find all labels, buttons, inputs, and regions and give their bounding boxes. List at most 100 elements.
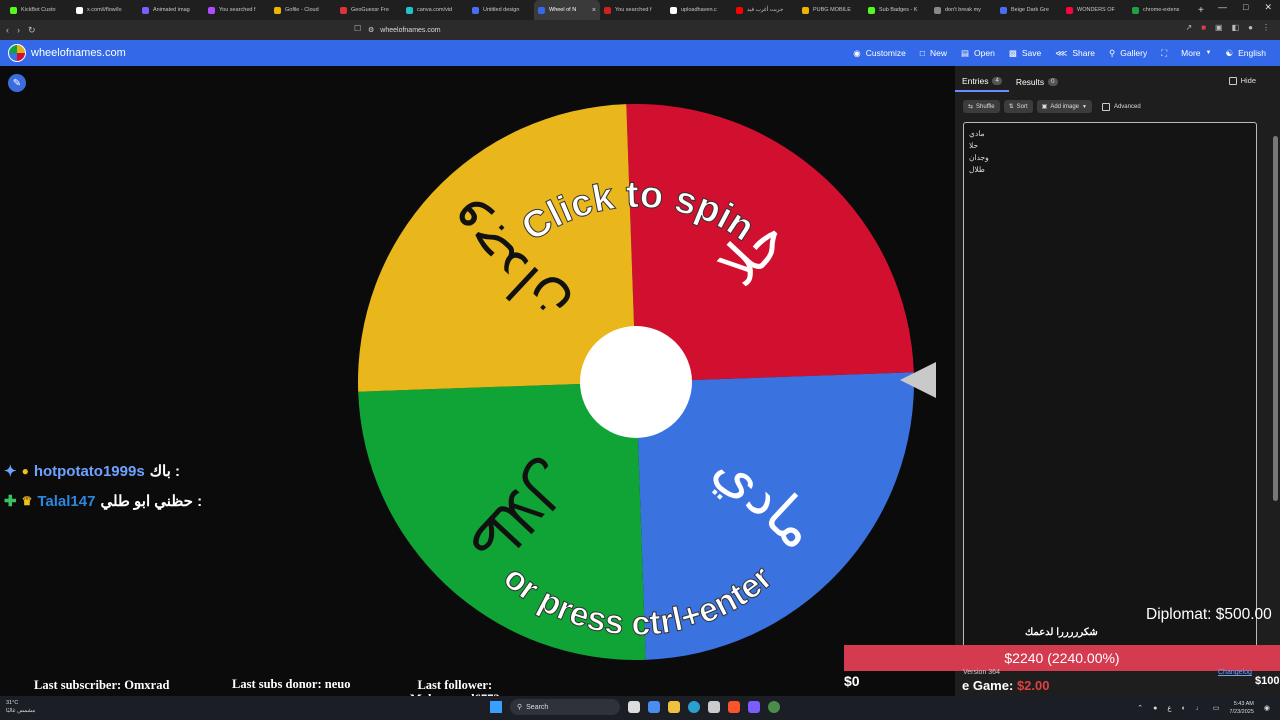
close-window-icon[interactable]: ✕	[1264, 2, 1272, 13]
url-text: wheelofnames.com	[380, 26, 441, 34]
game-price-value: $2.00	[1016, 678, 1050, 693]
browser-tab[interactable]: You searched f	[600, 0, 666, 20]
fullscreen-icon: ⛶	[1161, 47, 1168, 58]
browser-tab-label: Gofile - Cloud	[285, 7, 319, 13]
changelog-link[interactable]: Changelog	[1218, 669, 1252, 676]
store-icon[interactable]	[708, 701, 720, 713]
site-logo[interactable]	[8, 44, 26, 62]
browser-tab-label: جربت أغرب فيد	[747, 7, 784, 13]
chat-text: حظني ابو طلي :	[100, 493, 203, 510]
minimize-icon[interactable]: —	[1218, 2, 1227, 13]
wifi-icon[interactable]: ◐	[1182, 705, 1186, 712]
browser-tab[interactable]: x.com/i/flow/lo	[72, 0, 138, 20]
browser-tab[interactable]: Sub Badges - K	[864, 0, 930, 20]
browser-tab[interactable]: chrome-extens	[1128, 0, 1194, 20]
site-name[interactable]: wheelofnames.com	[31, 47, 126, 59]
puzzle-icon[interactable]: ▣	[1215, 23, 1223, 32]
pencil-icon[interactable]: ✎	[8, 74, 26, 92]
browser-tab[interactable]: don't break my	[930, 0, 996, 20]
panel-scrollbar[interactable]	[1273, 136, 1278, 501]
maximize-icon[interactable]: □	[1243, 2, 1248, 13]
browser-tab[interactable]: Wheel of N ×	[534, 0, 600, 20]
file-explorer-icon[interactable]	[668, 701, 680, 713]
browser-tab[interactable]: You searched f	[204, 0, 270, 20]
brave-icon[interactable]	[728, 701, 740, 713]
add-image-button[interactable]: ▣ Add image ▼	[1036, 100, 1092, 113]
browser-tab[interactable]: Untitled design	[468, 0, 534, 20]
profile-icon[interactable]: ●	[1248, 23, 1253, 32]
browser-tab[interactable]: WONDERS OF	[1062, 0, 1128, 20]
battery-icon[interactable]: ▭	[1213, 704, 1220, 712]
edge-icon[interactable]	[688, 701, 700, 713]
site-info-icon[interactable]: ⚙	[368, 26, 374, 34]
tab-favicon-icon	[340, 6, 347, 14]
advanced-checkbox[interactable]: Advanced	[1101, 100, 1141, 113]
sidebar-icon[interactable]: ◧	[1232, 23, 1240, 32]
weather-widget[interactable]: 31°C مشمس غالبًا	[6, 699, 35, 715]
mic-icon[interactable]: ●	[1153, 705, 1157, 712]
customize-button[interactable]: ◉ Customize	[853, 48, 906, 59]
sub-badge-icon: ●	[21, 464, 29, 478]
wheel[interactable]: حلاماديطلالوجدان Click to spin or press …	[358, 102, 918, 662]
discord-icon[interactable]	[748, 701, 760, 713]
volume-icon[interactable]: ♩	[1196, 705, 1203, 712]
game-label: e Game:	[962, 678, 1014, 693]
bookmark-icon[interactable]: ☐	[354, 24, 361, 33]
new-button[interactable]: □ New	[920, 48, 947, 58]
browser-tab-label: KickBot Custo	[21, 7, 56, 13]
task-view-icon[interactable]	[628, 701, 640, 713]
wheel-center[interactable]	[580, 326, 692, 438]
weather-text: مشمس غالبًا	[6, 708, 36, 714]
browser-tab[interactable]: Beige Dark Gre	[996, 0, 1062, 20]
browser-tab[interactable]: GeoGuessr Fre	[336, 0, 402, 20]
chrome-icon[interactable]	[768, 701, 780, 713]
browser-tab[interactable]: uploadhaven.c	[666, 0, 732, 20]
chevron-up-icon[interactable]: ⌃	[1137, 704, 1143, 712]
url-field[interactable]: ⚙ wheelofnames.com	[368, 23, 858, 37]
gallery-button[interactable]: ⚲ Gallery	[1109, 48, 1147, 59]
browser-tab-label: Beige Dark Gre	[1011, 7, 1049, 13]
sort-icon: ⇅	[1008, 104, 1014, 110]
browser-tab[interactable]: KickBot Custo	[6, 0, 72, 20]
app-header: wheelofnames.com ◉ Customize □ New ▤ Open ▩…	[0, 40, 1280, 66]
shuffle-button[interactable]: ⇆ Shuffle	[963, 100, 1000, 113]
back-icon[interactable]: ‹	[6, 25, 9, 35]
open-button[interactable]: ▤ Open	[961, 48, 995, 59]
browser-tab[interactable]: جربت أغرب فيد	[732, 0, 798, 20]
share-page-icon[interactable]: ↗	[1185, 23, 1192, 32]
palette-icon: ◉	[853, 47, 861, 58]
taskbar-search[interactable]: ⚲ Search	[510, 699, 620, 715]
browser-tab-label: chrome-extens	[1143, 7, 1180, 13]
tab-results[interactable]: Results 0	[1009, 72, 1065, 92]
copilot-icon[interactable]	[648, 701, 660, 713]
checkbox-icon	[1228, 76, 1237, 85]
save-button[interactable]: ▩ Save	[1009, 48, 1041, 59]
browser-tab-label: You searched f	[615, 7, 652, 13]
notification-icon[interactable]: ◉	[1264, 704, 1270, 712]
reload-icon[interactable]: ↻	[28, 25, 36, 36]
fullscreen-button[interactable]: ⛶	[1161, 48, 1167, 59]
hide-checkbox[interactable]: Hide	[1228, 76, 1256, 85]
extension-icon[interactable]: ■	[1201, 23, 1206, 32]
language-button[interactable]: ☯ English	[1225, 48, 1266, 59]
browser-tab[interactable]: canva.com/vid	[402, 0, 468, 20]
language-indicator[interactable]: ع	[1167, 704, 1171, 712]
browser-tab[interactable]: Animated imag	[138, 0, 204, 20]
windows-start-icon[interactable]	[490, 701, 502, 713]
forward-icon[interactable]: ›	[17, 25, 20, 35]
browser-tab[interactable]: PUBG MOBILE	[798, 0, 864, 20]
browser-tab-label: Wheel of N	[549, 7, 577, 13]
browser-tab[interactable]: Gofile - Cloud	[270, 0, 336, 20]
more-button[interactable]: More ▼	[1181, 48, 1211, 58]
browser-menu-icon[interactable]: ⋮	[1262, 23, 1270, 32]
tab-results-label: Results	[1015, 77, 1045, 87]
entries-textarea[interactable]: مادي حلا وجدان طلال	[963, 122, 1257, 667]
taskbar: 31°C مشمس غالبًا ⚲ Search ⌃ ● ع ◐ ♩ ▭ 5:…	[0, 696, 1280, 720]
sort-button[interactable]: ⇅ Sort	[1003, 100, 1033, 113]
clock[interactable]: 5:43 AM 7/23/2025	[1229, 700, 1253, 716]
tab-entries[interactable]: Entries 4	[955, 72, 1009, 92]
new-tab-icon[interactable]: +	[1198, 5, 1204, 16]
close-tab-icon[interactable]: ×	[592, 7, 596, 14]
share-button[interactable]: ⋘ Share	[1055, 48, 1095, 59]
chat-username: hotpotato1999s	[33, 462, 145, 480]
